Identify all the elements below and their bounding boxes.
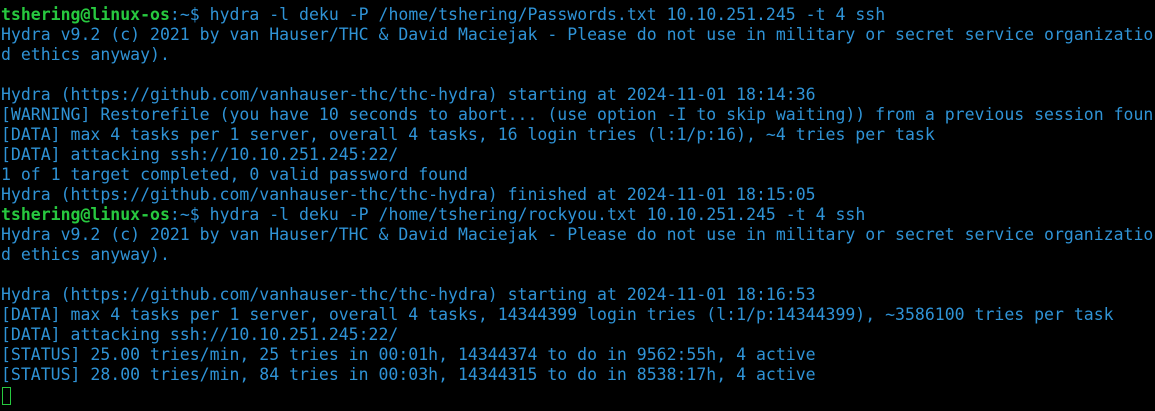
prompt-user-host: tshering@linux-os bbox=[1, 5, 170, 24]
prompt-path: :~$ bbox=[169, 5, 210, 24]
input-line[interactable] bbox=[0, 385, 1155, 405]
command-text: hydra -l deku -P /home/tshering/Password… bbox=[209, 5, 886, 24]
output-line: Hydra (https://github.com/vanhauser-thc/… bbox=[1, 285, 816, 304]
command-line: tshering@linux-os:~$ hydra -l deku -P /h… bbox=[0, 5, 1155, 25]
command-line: tshering@linux-os:~$ hydra -l deku -P /h… bbox=[0, 205, 1155, 225]
output-line: [STATUS] 28.00 tries/min, 84 tries in 00… bbox=[1, 365, 816, 384]
prompt-user-host: tshering@linux-os bbox=[1, 205, 170, 224]
output-line: [STATUS] 25.00 tries/min, 25 tries in 00… bbox=[1, 345, 816, 364]
terminal-window[interactable]: tshering@linux-os:~$ hydra -l deku -P /h… bbox=[0, 0, 1155, 411]
command-text: hydra -l deku -P /home/tshering/rockyou.… bbox=[209, 205, 866, 224]
output-line: 1 of 1 target completed, 0 valid passwor… bbox=[1, 165, 468, 184]
output-line: [DATA] max 4 tasks per 1 server, overall… bbox=[1, 125, 935, 144]
cursor-block[interactable] bbox=[2, 386, 11, 405]
output-line: Hydra (https://github.com/vanhauser-thc/… bbox=[1, 185, 816, 204]
output-line: [DATA] attacking ssh://10.10.251.245:22/ bbox=[1, 145, 399, 164]
output-line: d ethics anyway). bbox=[1, 245, 170, 264]
output-line: d ethics anyway). bbox=[1, 45, 170, 64]
output-line: [DATA] attacking ssh://10.10.251.245:22/ bbox=[1, 325, 399, 344]
prompt-path: :~$ bbox=[169, 205, 210, 224]
output-line: Hydra v9.2 (c) 2021 by van Hauser/THC & … bbox=[1, 225, 1154, 244]
output-line: [DATA] max 4 tasks per 1 server, overall… bbox=[1, 305, 1114, 324]
output-line: [WARNING] Restorefile (you have 10 secon… bbox=[1, 105, 1154, 124]
output-line: Hydra v9.2 (c) 2021 by van Hauser/THC & … bbox=[1, 25, 1154, 44]
output-line: Hydra (https://github.com/vanhauser-thc/… bbox=[1, 85, 816, 104]
